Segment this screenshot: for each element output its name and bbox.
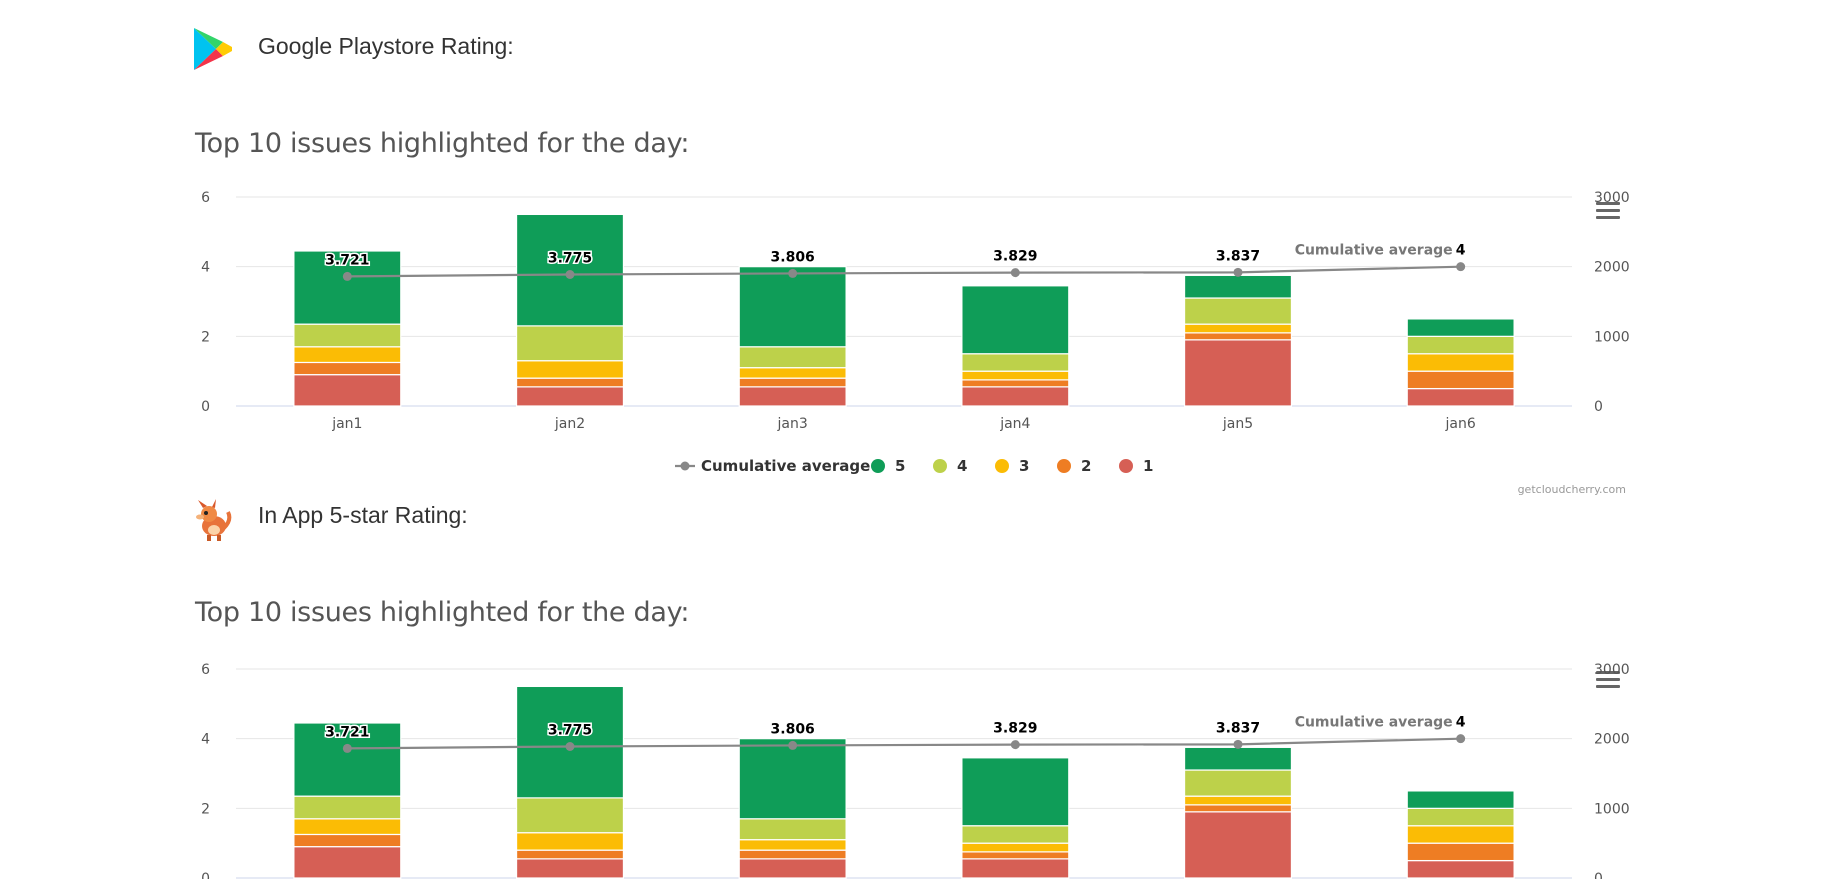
bar-segment-5	[1183, 746, 1293, 771]
bar-segment-2	[515, 849, 625, 860]
bar-segment-5	[738, 738, 847, 820]
bar-segment-4	[961, 825, 1070, 844]
bar-segment-5	[961, 757, 1070, 827]
line-data-label: 3.829	[993, 721, 1037, 737]
bar-segment-1	[961, 858, 1070, 879]
y-tick-label: 4	[201, 732, 210, 748]
bar-segment-3	[1183, 795, 1293, 806]
bar-segment-1	[738, 858, 847, 879]
bar-segment-2	[293, 833, 402, 848]
bar-segment-2	[961, 851, 1070, 860]
line-point	[788, 740, 798, 750]
bar-segment-1	[1406, 859, 1515, 879]
bar-segment-3	[515, 832, 625, 851]
bar-segment-4	[293, 795, 402, 820]
bar-segment-3	[738, 839, 847, 851]
line-data-label: 3.806	[771, 721, 815, 737]
bar-segment-4	[738, 818, 847, 841]
bar-segment-2	[1183, 804, 1293, 813]
bar-segment-4	[1406, 807, 1515, 827]
line-point	[1233, 739, 1243, 749]
y-tick-label: 2	[201, 801, 210, 817]
y2-tick-label: 3000	[1594, 662, 1630, 678]
y-tick-label: 6	[201, 662, 210, 678]
bar-segment-2	[738, 849, 847, 860]
line-data-label: 3.721	[325, 724, 369, 740]
line-data-label: 4	[1456, 715, 1466, 731]
cumulative-average-line	[347, 737, 1461, 750]
y2-tick-label: 2000	[1594, 732, 1630, 748]
bar-segment-1	[293, 846, 402, 879]
line-point	[565, 742, 575, 752]
bar-segment-5	[1406, 790, 1515, 809]
bar-segment-3	[293, 818, 402, 836]
bar-segment-3	[1406, 825, 1515, 844]
y-tick-label: 0	[201, 871, 210, 879]
bar-segment-1	[515, 858, 625, 879]
line-point	[1456, 734, 1466, 744]
bar-segment-4	[515, 797, 625, 834]
bar-segment-2	[1406, 842, 1515, 862]
y2-tick-label: 1000	[1594, 801, 1630, 817]
line-point	[1010, 740, 1020, 750]
bar-segment-3	[961, 842, 1070, 853]
y2-tick-label: 0	[1594, 871, 1603, 879]
in-app-section: In App 5-star Rating: Top 10 issues high…	[0, 0, 1831, 879]
line-data-label: 3.775	[548, 723, 592, 739]
ratings-chart: 02460100020003000jan1jan2jan3jan4jan5jan…	[201, 662, 1630, 879]
line-point	[342, 743, 352, 753]
bar-segment-4	[1183, 769, 1293, 797]
line-data-label: 3.837	[1216, 720, 1260, 736]
line-series-label: Cumulative average	[1295, 715, 1453, 731]
bar-segment-1	[1183, 811, 1293, 879]
